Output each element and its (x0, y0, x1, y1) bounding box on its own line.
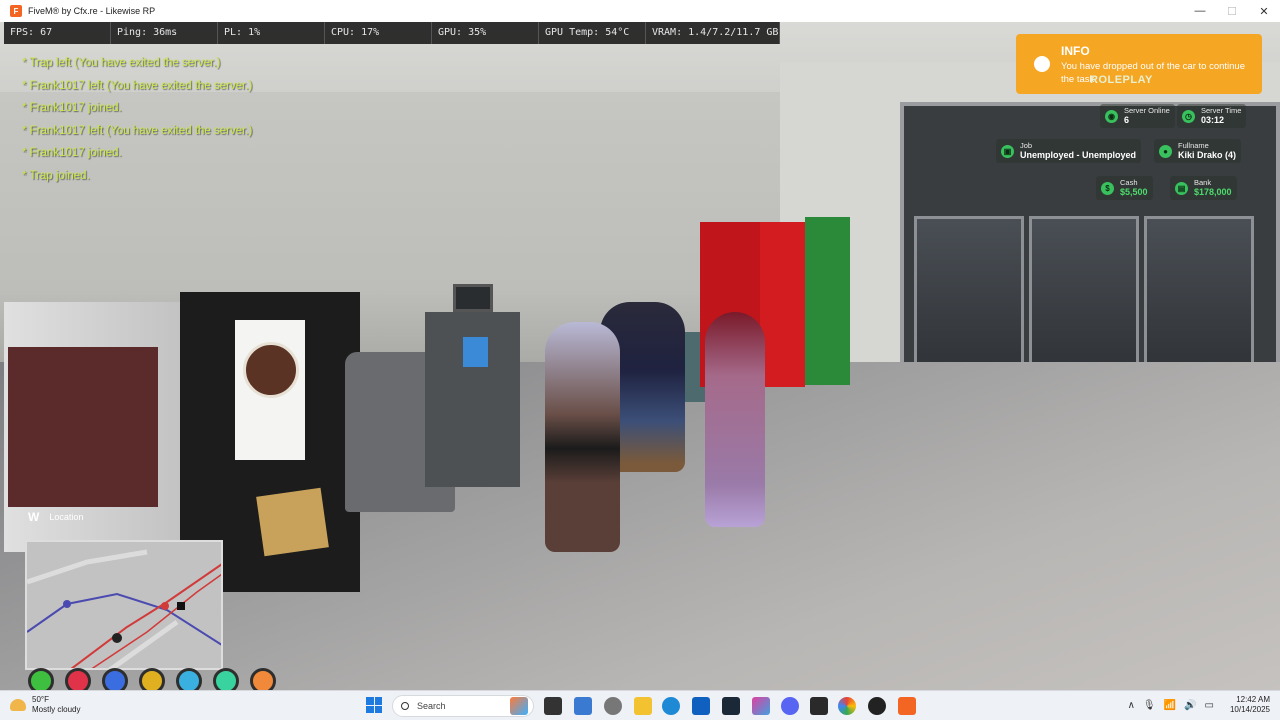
bank-icon: ▤ (1175, 181, 1188, 195)
location-label: W Location (28, 510, 83, 524)
briefcase-icon: ▣ (1001, 144, 1014, 158)
coffee-poster (235, 320, 305, 460)
performance-overlay: FPS: 67 Ping: 36ms PL: 1% CPU: 17% GPU: … (4, 22, 780, 44)
widget-app-icon[interactable] (510, 697, 528, 715)
cloud-icon (10, 699, 26, 711)
weather-temp: 50°F (32, 695, 49, 704)
window-title: FiveM® by Cfx.re - Likewise RP (28, 6, 156, 16)
soda-machine-red (760, 222, 805, 387)
edge-icon[interactable] (662, 697, 680, 715)
cpu-stat: CPU: 17% (325, 22, 432, 44)
minimap (25, 540, 223, 670)
info-title: INFO (1061, 44, 1090, 58)
info-check-icon (1034, 56, 1050, 72)
atm-sign (453, 284, 493, 312)
tray-chevron-icon[interactable]: ∧ (1128, 700, 1135, 711)
chat-message: * Frank1017 left (You have exited the se… (22, 79, 253, 92)
discord-icon[interactable] (781, 697, 799, 715)
gpu-temp-stat: GPU Temp: 54°C (539, 22, 646, 44)
task-view-icon[interactable] (544, 697, 562, 715)
compass-direction: W (28, 510, 40, 524)
location-text: Location (49, 512, 84, 522)
player-character (545, 322, 620, 552)
stat-value: $178,000 (1194, 187, 1232, 197)
vram-stat: VRAM: 1.4/7.2/11.7 GB (646, 22, 780, 44)
fps-stat: FPS: 67 (4, 22, 111, 44)
wifi-icon[interactable]: 📶 (1164, 700, 1176, 711)
wake-cup-sign (256, 487, 329, 557)
stat-label: Fullname (1178, 141, 1209, 150)
ping-stat: Ping: 36ms (111, 22, 218, 44)
outlook-icon[interactable] (692, 697, 710, 715)
stat-label: Server Time (1201, 106, 1242, 115)
cash-icon: $ (1101, 181, 1114, 195)
clock-time: 12:42 AM (1236, 695, 1270, 704)
chat-message: * Trap left (You have exited the server.… (22, 57, 221, 69)
clock[interactable]: 12:42 AM 10/14/2025 (1230, 695, 1270, 715)
cash-stat: $ Cash $5,500 (1096, 176, 1153, 200)
copilot-icon[interactable] (752, 697, 770, 715)
chat-log: * Trap left (You have exited the server.… (22, 52, 252, 188)
bank-stat: ▤ Bank $178,000 (1170, 176, 1237, 200)
gpu-stat: GPU: 35% (432, 22, 539, 44)
volume-icon[interactable]: 🔊 (1184, 700, 1196, 711)
stat-label: Cash (1120, 178, 1138, 187)
atm-machine (425, 284, 520, 487)
fivem-app-icon: F (10, 5, 22, 17)
window-controls: — ☐ ✕ (1184, 0, 1280, 22)
file-explorer-icon[interactable] (634, 697, 652, 715)
stat-value: $5,500 (1120, 187, 1148, 197)
chat-message: * Trap joined. (22, 169, 90, 182)
chat-message: * Frank1017 joined. (22, 102, 122, 115)
weather-widget[interactable]: 50°F Mostly cloudy (10, 695, 80, 715)
minimap-roads (27, 542, 221, 668)
search-placeholder: Search (417, 701, 446, 711)
start-button[interactable] (366, 697, 382, 713)
app-icon[interactable] (868, 697, 886, 715)
coffee-logo-icon (243, 342, 299, 398)
stat-label: Bank (1194, 178, 1212, 187)
app-icon[interactable] (810, 697, 828, 715)
clock-icon: ◷ (1182, 109, 1195, 123)
search-icon (401, 702, 409, 710)
stat-value: Unemployed - Unemployed (1020, 150, 1137, 160)
soda-machine-green (805, 217, 850, 385)
server-online-stat: ◉ Server Online 6 (1100, 104, 1175, 128)
signal-icon: ◉ (1105, 109, 1118, 123)
job-stat: ▣ Job Unemployed - Unemployed (996, 139, 1142, 163)
stat-label: Server Online (1124, 106, 1170, 115)
stat-value: Kiki Drako (4) (1178, 150, 1237, 160)
windows-taskbar: 50°F Mostly cloudy Search ∧ 🎙 📶 🔊 ▭ 12:4… (0, 690, 1280, 720)
weather-condition: Mostly cloudy (32, 705, 81, 714)
server-brand-watermark: ROLEPLAY (1090, 74, 1153, 86)
system-tray: ∧ 🎙 📶 🔊 ▭ 12:42 AM 10/14/2025 (1128, 695, 1270, 715)
window-titlebar: F FiveM® by Cfx.re - Likewise RP — ☐ ✕ (0, 0, 1280, 22)
server-time-stat: ◷ Server Time 03:12 (1177, 104, 1247, 128)
clock-date: 10/14/2025 (1229, 705, 1270, 714)
stat-value: 6 (1124, 115, 1130, 125)
app-icon[interactable] (574, 697, 592, 715)
user-icon: ● (1159, 144, 1172, 158)
chat-message: * Frank1017 left (You have exited the se… (22, 124, 253, 137)
chat-message: * Frank1017 joined. (22, 147, 122, 160)
atm-screen (463, 337, 488, 367)
fullname-stat: ● Fullname Kiki Drako (4) (1154, 139, 1242, 163)
maximize-button[interactable]: ☐ (1216, 0, 1248, 22)
settings-icon[interactable] (604, 697, 622, 715)
stat-label: Job (1020, 141, 1033, 150)
stat-value: 03:12 (1201, 115, 1225, 125)
steam-icon[interactable] (722, 697, 740, 715)
battery-icon[interactable]: ▭ (1205, 700, 1214, 711)
microphone-icon[interactable]: 🎙 (1143, 700, 1156, 711)
packet-loss-stat: PL: 1% (218, 22, 325, 44)
chrome-icon[interactable] (838, 697, 856, 715)
minimize-button[interactable]: — (1184, 0, 1216, 22)
vending-glass (8, 347, 158, 507)
pink-character (705, 312, 765, 527)
fivem-taskbar-icon[interactable] (898, 697, 916, 715)
close-button[interactable]: ✕ (1248, 0, 1280, 22)
